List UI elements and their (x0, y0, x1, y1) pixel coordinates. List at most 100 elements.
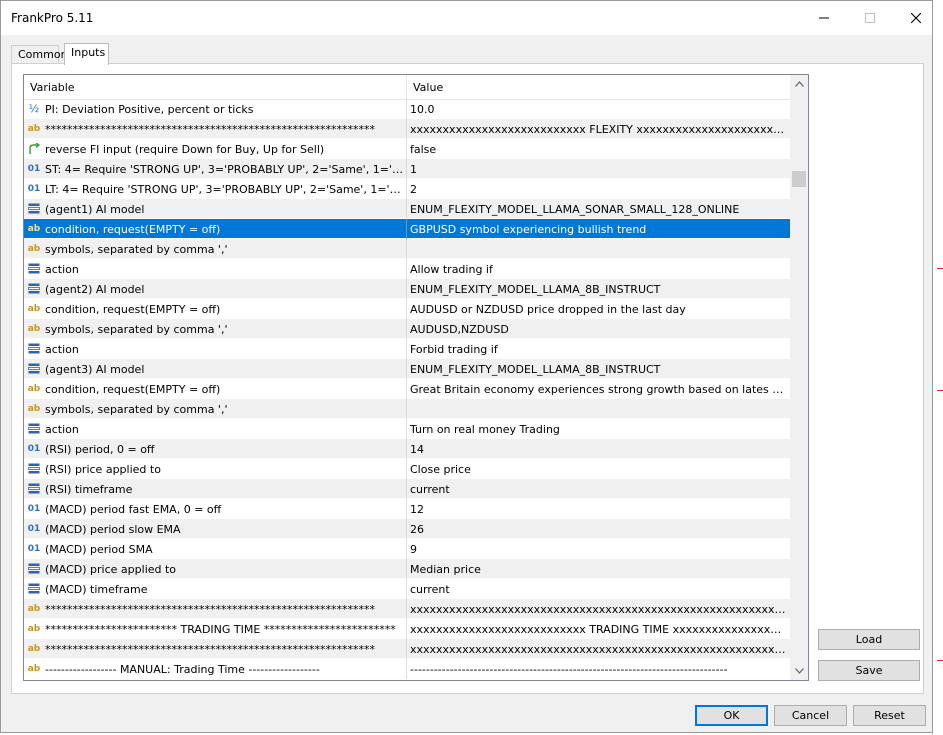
variable-name: (agent3) AI model (45, 363, 145, 376)
variable-value[interactable]: 9 (410, 543, 786, 556)
enum-type-icon (27, 422, 41, 435)
variable-value[interactable]: 1 (410, 163, 786, 176)
cancel-button-label: Cancel (791, 709, 830, 722)
variable-value[interactable]: GBPUSD symbol experiencing bullish trend (410, 223, 786, 236)
variable-value[interactable]: ENUM_FLEXITY_MODEL_LLAMA_8B_INSTRUCT (410, 283, 786, 296)
reset-button-label: Reset (874, 709, 905, 722)
variable-value[interactable]: current (410, 583, 786, 596)
grid-row[interactable]: (MACD) price applied to Median price (24, 559, 790, 579)
maximize-button[interactable] (847, 1, 893, 35)
scroll-up-icon[interactable] (790, 75, 808, 93)
variable-name: ST: 4= Require 'STRONG UP', 3='PROBABLY … (45, 163, 403, 176)
cancel-button[interactable]: Cancel (774, 705, 847, 726)
column-header-variable[interactable]: Variable (30, 81, 75, 94)
grid-row[interactable]: 01 (RSI) period, 0 = off 14 (24, 439, 790, 459)
variable-value[interactable]: 12 (410, 503, 786, 516)
variable-name: ------------------ MANUAL: Trading Time … (45, 663, 320, 676)
enum-type-icon (27, 282, 41, 295)
reset-button[interactable]: Reset (853, 705, 926, 726)
grid-row[interactable]: ab ************************ TRADING TIME … (24, 619, 790, 639)
grid-row[interactable]: ab **************************************… (24, 639, 790, 659)
enum-type-icon (27, 342, 41, 355)
ok-button-label: OK (723, 709, 740, 722)
grid-row[interactable]: action Turn on real money Trading (24, 419, 790, 439)
grid-row[interactable]: (agent2) AI model ENUM_FLEXITY_MODEL_LLAM… (24, 279, 790, 299)
tab-common[interactable]: Common (11, 45, 68, 64)
integer-type-icon: 01 (27, 543, 41, 554)
variable-value[interactable]: ----------------------------------------… (410, 663, 786, 676)
scrollbar-thumb[interactable] (792, 171, 806, 187)
variable-value[interactable]: 26 (410, 523, 786, 536)
variable-value[interactable]: 2 (410, 183, 786, 196)
variable-value[interactable]: AUDUSD or NZDUSD price dropped in the la… (410, 303, 786, 316)
variable-value[interactable]: xxxxxxxxxxxxxxxxxxxxxxxxxxx FLEXITY xxxx… (410, 123, 786, 136)
scroll-down-icon[interactable] (790, 662, 808, 680)
grid-row[interactable]: ab condition, request(EMPTY = off) Great B… (24, 379, 790, 399)
boolean-type-icon (27, 142, 41, 155)
variable-value[interactable]: xxxxxxxxxxxxxxxxxxxxxxxxxxx TRADING TIME… (410, 623, 786, 636)
variable-value[interactable]: AUDUSD,NZDUSD (410, 323, 786, 336)
variable-value[interactable]: ENUM_FLEXITY_MODEL_LLAMA_8B_INSTRUCT (410, 363, 786, 376)
variable-value[interactable]: Turn on real money Trading (410, 423, 786, 436)
vertical-scrollbar[interactable] (790, 75, 808, 680)
variable-value[interactable]: current (410, 483, 786, 496)
grid-row[interactable]: (RSI) price applied to Close price (24, 459, 790, 479)
ok-button[interactable]: OK (695, 705, 768, 726)
grid-row[interactable]: ab symbols, separated by comma ',' AUDUSD,… (24, 319, 790, 339)
grid-row[interactable]: (agent1) AI model ENUM_FLEXITY_MODEL_LLAM… (24, 199, 790, 219)
load-button[interactable]: Load (818, 629, 920, 650)
string-type-icon: ab (27, 223, 41, 234)
close-button[interactable] (893, 1, 939, 35)
variable-value[interactable]: Forbid trading if (410, 343, 786, 356)
minimize-icon (819, 17, 829, 19)
grid-row[interactable]: 01 LT: 4= Require 'STRONG UP', 3='PROBABL… (24, 179, 790, 199)
grid-row[interactable]: ab condition, request(EMPTY = off) GBPUSD … (24, 219, 790, 239)
grid-row[interactable]: ½ PI: Deviation Positive, percent or tick… (24, 99, 790, 119)
grid-row[interactable]: ab symbols, separated by comma ',' (24, 239, 790, 259)
variable-name: (MACD) period fast EMA, 0 = off (45, 503, 222, 516)
save-button[interactable]: Save (818, 660, 920, 681)
string-type-icon: ab (27, 303, 41, 314)
grid-row[interactable]: (RSI) timeframe current (24, 479, 790, 499)
variable-value[interactable]: 10.0 (410, 103, 786, 116)
grid-row[interactable]: action Forbid trading if (24, 339, 790, 359)
grid-row[interactable]: ab symbols, separated by comma ',' (24, 399, 790, 419)
variable-value[interactable]: xxxxxxxxxxxxxxxxxxxxxxxxxxxxxxxxxxxxxxxx… (410, 603, 786, 616)
enum-type-icon (27, 462, 41, 475)
variable-value[interactable]: xxxxxxxxxxxxxxxxxxxxxxxxxxxxxxxxxxxxxxxx… (410, 643, 786, 656)
grid-header: Variable Value (24, 75, 790, 100)
tab-inputs[interactable]: Inputs (64, 43, 109, 65)
grid-row[interactable]: ab **************************************… (24, 119, 790, 139)
variable-value[interactable]: 14 (410, 443, 786, 456)
variable-value[interactable]: false (410, 143, 786, 156)
integer-type-icon: 01 (27, 503, 41, 514)
variable-name: ****************************************… (45, 123, 375, 136)
grid-row[interactable]: ab condition, request(EMPTY = off) AUDUSD … (24, 299, 790, 319)
variable-name: (RSI) timeframe (45, 483, 133, 496)
grid-row[interactable]: 01 (MACD) period SMA 9 (24, 539, 790, 559)
grid-row[interactable]: 01 ST: 4= Require 'STRONG UP', 3='PROBABL… (24, 159, 790, 179)
grid-row[interactable]: 01 (MACD) period fast EMA, 0 = off 12 (24, 499, 790, 519)
variable-value[interactable]: Great Britain economy experiences strong… (410, 383, 786, 396)
string-type-icon: ab (27, 603, 41, 614)
grid-row[interactable]: ab **************************************… (24, 599, 790, 619)
minimize-button[interactable] (801, 1, 847, 35)
grid-row[interactable]: (agent3) AI model ENUM_FLEXITY_MODEL_LLAM… (24, 359, 790, 379)
grid-row[interactable]: reverse FI input (require Down for Buy, … (24, 139, 790, 159)
integer-type-icon: 01 (27, 443, 41, 454)
variable-value[interactable]: Median price (410, 563, 786, 576)
grid-row[interactable]: (MACD) timeframe current (24, 579, 790, 599)
variable-value[interactable]: Close price (410, 463, 786, 476)
variable-value[interactable]: ENUM_FLEXITY_MODEL_LLAMA_SONAR_SMALL_128… (410, 203, 786, 216)
variable-name: symbols, separated by comma ',' (45, 243, 228, 256)
variable-name: (RSI) period, 0 = off (45, 443, 155, 456)
variable-name: LT: 4= Require 'STRONG UP', 3='PROBABLY … (45, 183, 403, 196)
close-icon (911, 13, 921, 23)
grid-row[interactable]: 01 (MACD) period slow EMA 26 (24, 519, 790, 539)
string-type-icon: ab (27, 403, 41, 414)
variable-value[interactable]: Allow trading if (410, 263, 786, 276)
variable-name: ************************ TRADING TIME **… (45, 623, 396, 636)
column-header-value[interactable]: Value (413, 81, 443, 94)
grid-row[interactable]: action Allow trading if (24, 259, 790, 279)
grid-row[interactable]: ab ------------------ MANUAL: Trading Tim… (24, 659, 790, 679)
